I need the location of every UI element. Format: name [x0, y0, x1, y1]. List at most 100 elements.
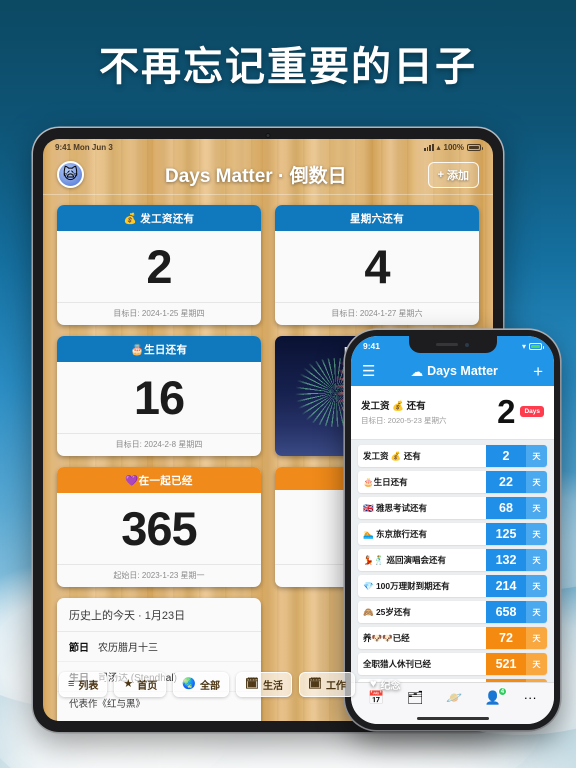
calendar-icon: 🗓 — [245, 678, 259, 690]
list-item-unit: 天 — [526, 471, 547, 493]
list-item-value: 125 — [486, 523, 526, 545]
tab-collections[interactable]: 🗂 — [407, 691, 424, 704]
toolbar-item-label: 工作 — [325, 681, 346, 692]
card-footer-date: 目标日: 2024-1-25 星期四 — [57, 302, 261, 325]
ipad-battery-percent: 100% — [443, 142, 464, 152]
list-item-label: 🎂生日还有 — [363, 477, 408, 487]
list-item-unit: 天 — [526, 497, 547, 519]
toolbar-item-label: 首页 — [137, 681, 158, 692]
toolbar-item-label: 生活 — [262, 681, 283, 692]
card-title: 星期六还有 — [275, 205, 479, 231]
card-title: 💰 发工资还有 — [57, 205, 261, 231]
history-row-label: 節日 — [69, 643, 89, 654]
hamburger-menu-icon[interactable]: ☰ — [362, 364, 375, 379]
list-item-unit: 天 — [526, 523, 547, 545]
card-title: 💜在一起已经 — [57, 467, 261, 493]
card-footer-date: 目标日: 2024-1-27 星期六 — [275, 302, 479, 325]
list-item-label: 💃🕺 巡回演唱会还有 — [363, 555, 447, 565]
front-camera-icon — [465, 342, 469, 347]
toolbar-item-all[interactable]: 🌏 全部 — [173, 672, 229, 697]
status-badge: Days — [520, 406, 544, 417]
tab-profile[interactable]: 👤 4 — [485, 687, 508, 704]
list-item-unit: 天 — [526, 445, 547, 467]
app-title: ☁ Days Matter — [375, 364, 533, 379]
add-event-button[interactable]: + 添加 — [427, 161, 479, 188]
ipad-bottom-toolbar: ≡ 列表 ★ 首页 🌏 全部 🗓 生活 🗓 工作 ♥ 纪念 — [59, 672, 408, 697]
avatar[interactable]: 🙀 — [57, 161, 84, 188]
event-list: 发工资 💰 还有 2 天 🎂生日还有 22 天 🇬🇧 雅思考试还有 68 天 🏊… — [351, 440, 554, 682]
toolbar-item-memorial[interactable]: ♥ 纪念 — [362, 673, 409, 696]
tab-more[interactable]: ··· — [524, 691, 537, 704]
ipad-status-time-date: 9:41 Mon Jun 3 — [55, 142, 113, 152]
app-title-label: Days Matter — [427, 364, 498, 378]
app-title: Days Matter · 倒数日 — [164, 166, 347, 187]
card-footer-date: 目标日: 2024-2-8 星期四 — [57, 433, 261, 456]
countdown-card[interactable]: 💜在一起已经 365 起始日: 2023-1-23 星期一 — [57, 467, 261, 587]
list-item[interactable]: 发工资 💰 还有 2 天 — [358, 445, 547, 467]
cellular-signal-icon — [424, 143, 434, 151]
featured-event-title: 发工资 💰 还有 — [361, 400, 426, 412]
list-item[interactable]: 养🐶🐶已经 72 天 — [358, 627, 547, 649]
toolbar-item-list[interactable]: ≡ 列表 — [59, 672, 108, 697]
history-row-value: 农历腊月十三 — [98, 643, 158, 654]
card-number: 4 — [364, 240, 390, 293]
list-item-label: 🏊 东京旅行还有 — [363, 529, 427, 539]
list-item-value: 521 — [486, 653, 526, 675]
list-item-value: 658 — [486, 601, 526, 623]
list-item-value: 68 — [486, 497, 526, 519]
list-item[interactable]: 🏊 东京旅行还有 125 天 — [358, 523, 547, 545]
box-icon: 🗂 — [407, 690, 424, 705]
calendar-icon: 🗓 — [307, 678, 322, 690]
wifi-icon: ▴ — [436, 142, 441, 152]
list-item-unit: 天 — [526, 601, 547, 623]
add-event-button[interactable]: + — [533, 363, 543, 380]
list-item-value: 214 — [486, 575, 526, 597]
list-item[interactable]: 💎 100万理财到期还有 214 天 — [358, 575, 547, 597]
history-row: 節日 农历腊月十三 — [57, 632, 261, 662]
list-item-value: 132 — [486, 549, 526, 571]
iphone-notch — [408, 336, 497, 353]
ipad-camera-icon — [265, 133, 271, 138]
list-item-label: 🙈 25岁还有 — [363, 607, 411, 617]
history-panel-title: 历史上的今天 · 1月23日 — [57, 598, 261, 632]
history-detail-line: 爱德华 · 马奈 (Édouard — [57, 715, 261, 721]
tab-discover[interactable]: 🪐 — [446, 691, 462, 704]
list-item-unit: 天 — [526, 575, 547, 597]
iphone-screen: 9:41 ▾ ☰ ☁ Days Matter + 发工资 💰 还有 目标日: 2… — [351, 336, 554, 724]
list-item-label: 🇬🇧 雅思考试还有 — [363, 503, 427, 513]
list-item-label: 💎 100万理财到期还有 — [363, 581, 450, 591]
list-item[interactable]: 🎂生日还有 22 天 — [358, 471, 547, 493]
wifi-icon: ▾ — [521, 341, 526, 351]
toolbar-item-home[interactable]: ★ 首页 — [114, 672, 167, 697]
ipad-navigation-bar: 🙀 Days Matter · 倒数日 + 添加 — [43, 155, 493, 195]
list-item[interactable]: 🇬🇧 雅思考试还有 68 天 — [358, 497, 547, 519]
card-title: 🎂生日还有 — [57, 336, 261, 362]
plus-icon: + — [437, 168, 444, 181]
countdown-card[interactable]: 星期六还有 4 目标日: 2024-1-27 星期六 — [275, 205, 479, 325]
speaker-icon — [436, 343, 458, 346]
list-item-value: 72 — [486, 627, 526, 649]
ellipsis-icon: ··· — [523, 690, 537, 705]
list-item-label: 发工资 💰 还有 — [363, 451, 421, 461]
list-item-label: 养🐶🐶已经 — [363, 633, 410, 643]
featured-event-card[interactable]: 发工资 💰 还有 目标日: 2020-5-23 星期六 2 Days — [351, 386, 554, 440]
countdown-card[interactable]: 🎂生日还有 16 目标日: 2024-2-8 星期四 — [57, 336, 261, 456]
history-today-panel[interactable]: 历史上的今天 · 1月23日 節日 农历腊月十三 生日 司汤达 (Stendha… — [57, 598, 261, 721]
list-item-value: 2 — [486, 445, 526, 467]
list-item-unit: 天 — [526, 627, 547, 649]
battery-icon — [467, 143, 483, 151]
list-item-unit: 天 — [526, 549, 547, 571]
list-item[interactable]: 💃🕺 巡回演唱会还有 132 天 — [358, 549, 547, 571]
list-item-unit: 天 — [526, 653, 547, 675]
list-item[interactable]: 🙈 25岁还有 658 天 — [358, 601, 547, 623]
ipad-status-bar: 9:41 Mon Jun 3 ▴ 100% — [43, 139, 493, 155]
countdown-card[interactable]: 💰 发工资还有 2 目标日: 2024-1-25 星期四 — [57, 205, 261, 325]
card-number: 2 — [146, 240, 172, 293]
home-indicator[interactable] — [351, 712, 554, 724]
iphone-event-list-scroll[interactable]: 发工资 💰 还有 目标日: 2020-5-23 星期六 2 Days 发工资 💰… — [351, 386, 554, 682]
toolbar-item-life[interactable]: 🗓 生活 — [236, 672, 292, 697]
toolbar-item-work[interactable]: 🗓 工作 — [298, 672, 355, 697]
page-title: 不再忘记重要的日子 — [99, 45, 477, 89]
add-button-label: 添加 — [447, 169, 469, 182]
star-icon: ★ — [123, 678, 134, 690]
